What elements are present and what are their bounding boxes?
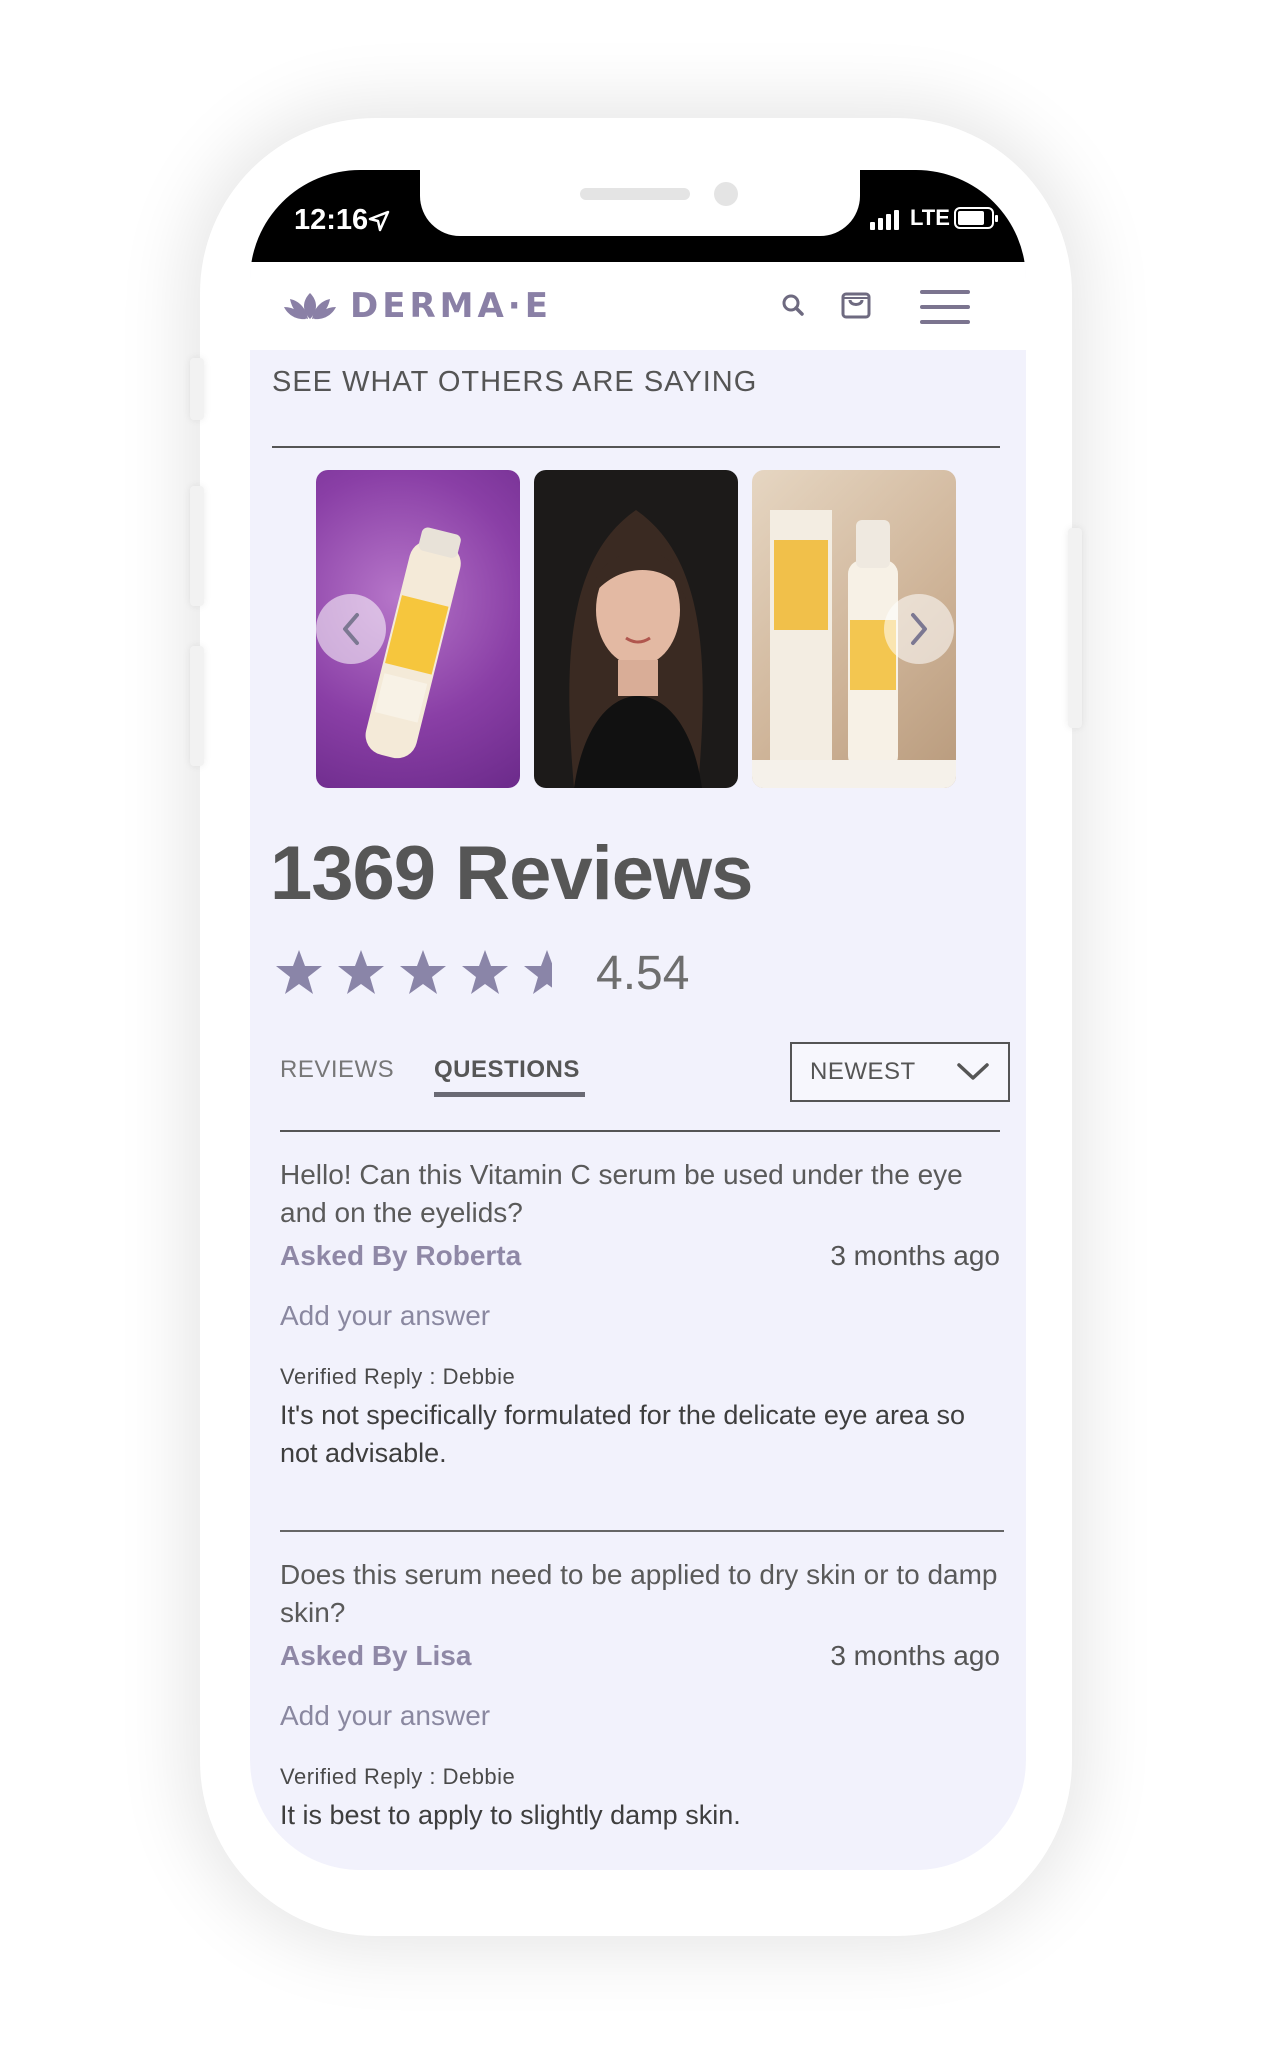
reviews-count: 1369 Reviews (270, 831, 753, 916)
question-item: Hello! Can this Vitamin C serum be used … (280, 1156, 1000, 1472)
sort-dropdown[interactable]: NEWEST (790, 1042, 1010, 1102)
tab-reviews[interactable]: REVIEWS (280, 1056, 394, 1084)
notch (420, 170, 860, 236)
star-icon (462, 950, 508, 994)
section-title: SEE WHAT OTHERS ARE SAYING (272, 366, 758, 398)
asked-by: Asked By Roberta (280, 1240, 522, 1271)
reply-text: It is best to apply to slightly damp ski… (280, 1800, 741, 1830)
status-bar: 12:16 LTE (250, 170, 1026, 262)
front-camera (714, 182, 738, 206)
carousel-next-button[interactable] (884, 594, 954, 664)
tabs-divider (280, 1130, 1000, 1132)
add-answer-link[interactable]: Add your answer (280, 1700, 1000, 1732)
brand-logo[interactable]: DERMA·E (284, 286, 552, 326)
photo-thumbnail-customer-selfie[interactable] (534, 470, 738, 788)
verified-reply-label: Verified Reply : Debbie (280, 1364, 516, 1389)
network-type: LTE (910, 205, 950, 230)
site-header: DERMA·E (250, 262, 1026, 350)
chevron-right-icon (911, 613, 927, 645)
battery-icon (954, 207, 998, 229)
phone-screen: 12:16 LTE DERMA·E SEE WHAT OTHERS ARE SA… (250, 170, 1026, 1870)
volume-down-button (190, 646, 204, 766)
star-icon (338, 950, 384, 994)
section-divider (272, 446, 1000, 448)
asked-by: Asked By Lisa (280, 1640, 472, 1671)
power-button (1068, 528, 1082, 728)
average-rating: 4.54 (596, 947, 690, 1000)
question-text: Does this serum need to be applied to dr… (280, 1559, 998, 1628)
star-rating (274, 948, 572, 996)
carousel-prev-button[interactable] (316, 594, 386, 664)
tab-questions[interactable]: QUESTIONS (434, 1056, 580, 1084)
signal-strength-icon (870, 208, 899, 230)
customer-portrait-image (569, 510, 703, 788)
chevron-down-icon (957, 1063, 989, 1080)
question-meta: Asked By Lisa 3 months ago (280, 1640, 1000, 1672)
lotus-icon (284, 293, 336, 320)
menu-icon[interactable] (920, 290, 970, 324)
reply-text: It's not specifically formulated for the… (280, 1400, 966, 1468)
location-arrow-icon (368, 210, 390, 232)
question-item: Does this serum need to be applied to dr… (280, 1556, 1000, 1834)
question-meta: Asked By Roberta 3 months ago (280, 1240, 1000, 1272)
cart-icon[interactable] (840, 286, 872, 320)
star-icon (276, 950, 322, 994)
speaker-grill (580, 188, 690, 200)
question-date: 3 months ago (830, 1240, 1000, 1271)
volume-up-button (190, 486, 204, 606)
chevron-left-icon (343, 613, 359, 645)
brand-name: DERMA·E (350, 286, 552, 326)
search-icon[interactable] (780, 292, 806, 318)
question-text: Hello! Can this Vitamin C serum be used … (280, 1159, 963, 1228)
active-tab-indicator (434, 1092, 585, 1097)
status-time: 12:16 (294, 204, 369, 236)
star-icon (400, 950, 446, 994)
add-answer-link[interactable]: Add your answer (280, 1300, 1000, 1332)
mute-switch (190, 358, 204, 420)
question-divider (280, 1530, 1004, 1532)
sort-selected-value: NEWEST (810, 1058, 916, 1085)
half-star-icon (524, 950, 552, 994)
question-date: 3 months ago (830, 1640, 1000, 1671)
verified-reply-label: Verified Reply : Debbie (280, 1764, 516, 1789)
